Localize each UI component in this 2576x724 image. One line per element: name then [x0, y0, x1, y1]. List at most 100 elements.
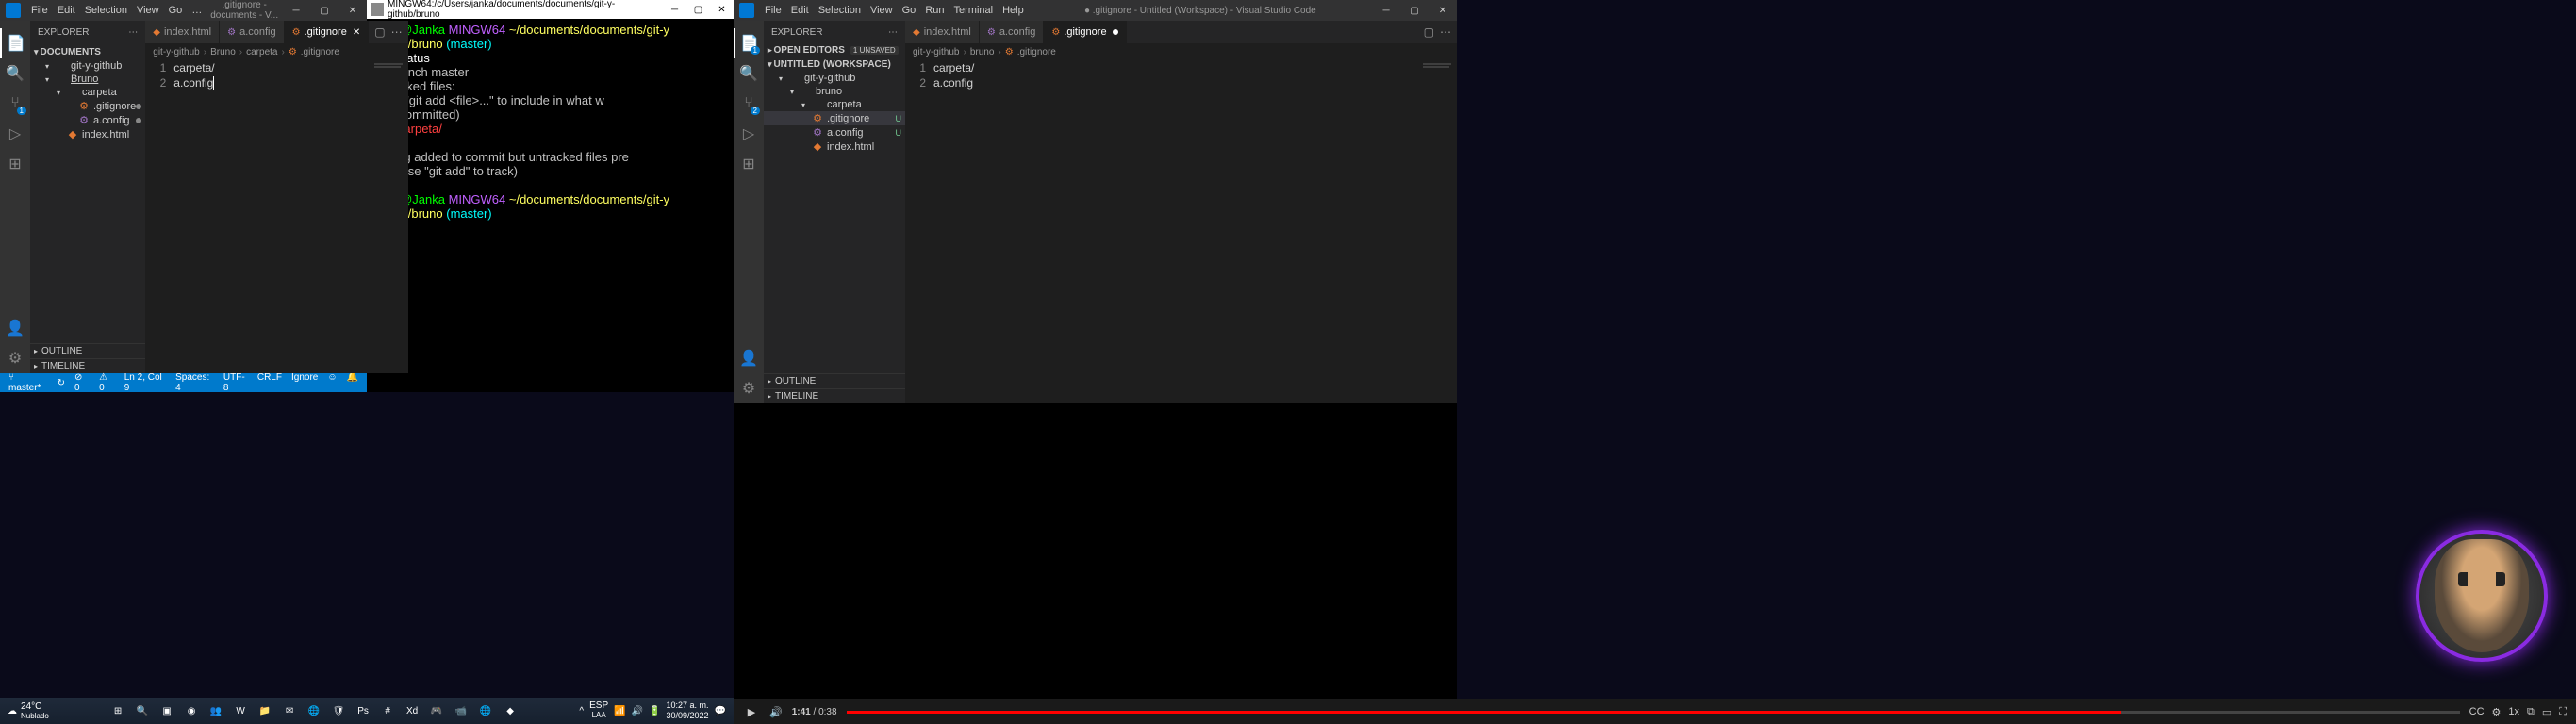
close-button[interactable]: ✕ [1428, 0, 1457, 21]
theater-icon[interactable]: ▭ [2542, 706, 2551, 718]
menu-go[interactable]: Go [898, 5, 921, 16]
tree-item-Bruno[interactable]: ▾Bruno [30, 73, 145, 86]
terminal-content[interactable]: janka@Janka MINGW64 ~/documents/document… [367, 19, 734, 392]
cursor-position[interactable]: Ln 2, Col 9 [120, 372, 171, 393]
settings-icon[interactable]: ⚙ [734, 373, 764, 403]
explorer-more-icon[interactable]: ⋯ [888, 27, 898, 38]
extensions-icon[interactable]: ⊞ [0, 149, 30, 179]
explorer-icon[interactable]: 📄1 [734, 28, 764, 58]
debug-icon[interactable]: ▷ [0, 119, 30, 149]
encoding-status[interactable]: UTF-8 [219, 372, 253, 393]
tree-item-git-y-github[interactable]: ▾git-y-github [764, 72, 905, 85]
play-button[interactable]: ▶ [743, 703, 760, 720]
source-control-icon[interactable]: ⑂2 [734, 89, 764, 119]
term-close[interactable]: ✕ [710, 5, 734, 15]
extensions-icon[interactable]: ⊞ [734, 149, 764, 179]
search-icon[interactable]: 🔍 [0, 58, 30, 89]
tree-item-index-html[interactable]: ◆index.html [30, 127, 145, 141]
close-button[interactable]: ✕ [339, 0, 367, 21]
tree-item-git-y-github[interactable]: ▾git-y-github [30, 59, 145, 73]
tray-chevron-icon[interactable]: ^ [579, 706, 584, 716]
account-icon[interactable]: 👤 [734, 343, 764, 373]
fullscreen-icon[interactable]: ⛶ [2559, 706, 2567, 718]
taskbar-edge-icon[interactable]: 🌐 [303, 699, 325, 722]
menu-run[interactable]: Run [920, 5, 949, 16]
minimize-button[interactable]: ─ [1372, 0, 1400, 21]
tab--gitignore[interactable]: ⚙.gitignore✕ [285, 21, 370, 43]
tab-a-config[interactable]: ⚙a.config [980, 21, 1045, 43]
menu-edit[interactable]: Edit [53, 5, 80, 16]
tab-index-html[interactable]: ◆index.html [905, 21, 980, 43]
tree-item-index-html[interactable]: ◆index.html [764, 140, 905, 154]
closed-captions-icon[interactable]: CC [2469, 706, 2485, 718]
menu-go[interactable]: Go [164, 5, 188, 16]
split-editor-icon[interactable]: ▢ [1424, 25, 1434, 39]
clock[interactable]: 10:27 a. m. 30/09/2022 [667, 700, 709, 721]
taskbar-chrome-icon[interactable]: 🌐 [474, 699, 497, 722]
battery-icon[interactable]: 🔋 [649, 706, 660, 716]
workspace-root[interactable]: ▾DOCUMENTS [30, 45, 145, 59]
taskbar-outlook-icon[interactable]: ✉ [278, 699, 301, 722]
breadcrumbs[interactable]: git-y-github› bruno› ⚙.gitignore [905, 43, 1457, 60]
term-maximize[interactable]: ▢ [686, 5, 710, 15]
tree-item-carpeta[interactable]: ▾carpeta [764, 98, 905, 111]
minimap[interactable] [1419, 62, 1457, 90]
playback-speed[interactable]: 1x [2508, 706, 2519, 718]
sync-status[interactable]: ↻ [53, 378, 70, 388]
menu-file[interactable]: File [760, 5, 786, 16]
eol-status[interactable]: CRLF [253, 372, 287, 393]
tab--gitignore[interactable]: ⚙.gitignore [1044, 21, 1126, 43]
taskbar-mcafee-icon[interactable]: 🛡 [327, 699, 350, 722]
notifications-tray-icon[interactable]: 💬 [715, 706, 726, 716]
taskbar-widgets-icon[interactable]: ◉ [180, 699, 203, 722]
menu-terminal[interactable]: Terminal [949, 5, 999, 16]
menu-selection[interactable]: Selection [80, 5, 132, 16]
more-actions-icon[interactable]: ⋯ [391, 25, 403, 39]
taskbar-zoom-icon[interactable]: 📹 [450, 699, 472, 722]
settings-icon[interactable]: ⚙ [2492, 706, 2502, 718]
term-minimize[interactable]: ─ [663, 5, 686, 15]
volume-icon[interactable]: 🔊 [632, 706, 643, 716]
editor-content[interactable]: 12 carpeta/ a.config [145, 60, 407, 373]
timeline-panel[interactable]: ▸TIMELINE [30, 358, 145, 373]
tree-item--gitignore[interactable]: ⚙.gitignoreU [764, 111, 905, 125]
taskbar-vscode-icon[interactable]: ◆ [499, 699, 521, 722]
more-actions-icon[interactable]: ⋯ [1440, 25, 1451, 39]
terminal-titlebar[interactable]: MINGW64:/c/Users/janka/documents/documen… [367, 0, 734, 19]
taskbar-word-icon[interactable]: W [229, 699, 252, 722]
feedback-icon[interactable]: ☺ [322, 372, 341, 393]
maximize-button[interactable]: ▢ [1400, 0, 1428, 21]
breadcrumbs[interactable]: git-y-github› Bruno› carpeta› ⚙.gitignor… [145, 43, 407, 60]
tree-item-a-config[interactable]: ⚙a.configU [764, 125, 905, 140]
menu-selection[interactable]: Selection [814, 5, 866, 16]
language-status[interactable]: Ignore [287, 372, 322, 393]
indent-status[interactable]: Spaces: 4 [171, 372, 219, 393]
language-indicator[interactable]: ESP [589, 701, 608, 711]
menu-more[interactable]: … [187, 5, 206, 16]
menu-help[interactable]: Help [998, 5, 1029, 16]
outline-panel[interactable]: ▸OUTLINE [764, 373, 905, 388]
taskbar-weather[interactable]: ☁ 24°C Nublado [0, 701, 57, 720]
taskbar-photoshop-icon[interactable]: Ps [352, 699, 374, 722]
tree-item-carpeta[interactable]: ▾carpeta [30, 86, 145, 99]
explorer-more-icon[interactable]: ⋯ [128, 27, 138, 38]
minimap[interactable] [371, 62, 408, 90]
taskbar-teams-icon[interactable]: 👥 [205, 699, 227, 722]
tab-index-html[interactable]: ◆index.html [145, 21, 220, 43]
errors-status[interactable]: ⊘ 0 [70, 372, 94, 393]
tree-item-a-config[interactable]: ⚙a.config [30, 113, 145, 127]
warnings-status[interactable]: ⚠ 0 [94, 372, 120, 393]
minimize-button[interactable]: ─ [282, 0, 310, 21]
outline-panel[interactable]: ▸OUTLINE [30, 343, 145, 358]
settings-icon[interactable]: ⚙ [0, 343, 30, 373]
tree-item-bruno[interactable]: ▾bruno [764, 85, 905, 98]
taskbar-xd-icon[interactable]: Xd [401, 699, 423, 722]
debug-icon[interactable]: ▷ [734, 119, 764, 149]
maximize-button[interactable]: ▢ [310, 0, 339, 21]
menu-edit[interactable]: Edit [786, 5, 814, 16]
explorer-icon[interactable]: 📄 [0, 28, 30, 58]
search-icon[interactable]: 🔍 [734, 58, 764, 89]
tree-item--gitignore[interactable]: ⚙.gitignore [30, 99, 145, 113]
taskbar-taskview-icon[interactable]: ▣ [156, 699, 178, 722]
progress-bar[interactable] [847, 711, 2460, 714]
